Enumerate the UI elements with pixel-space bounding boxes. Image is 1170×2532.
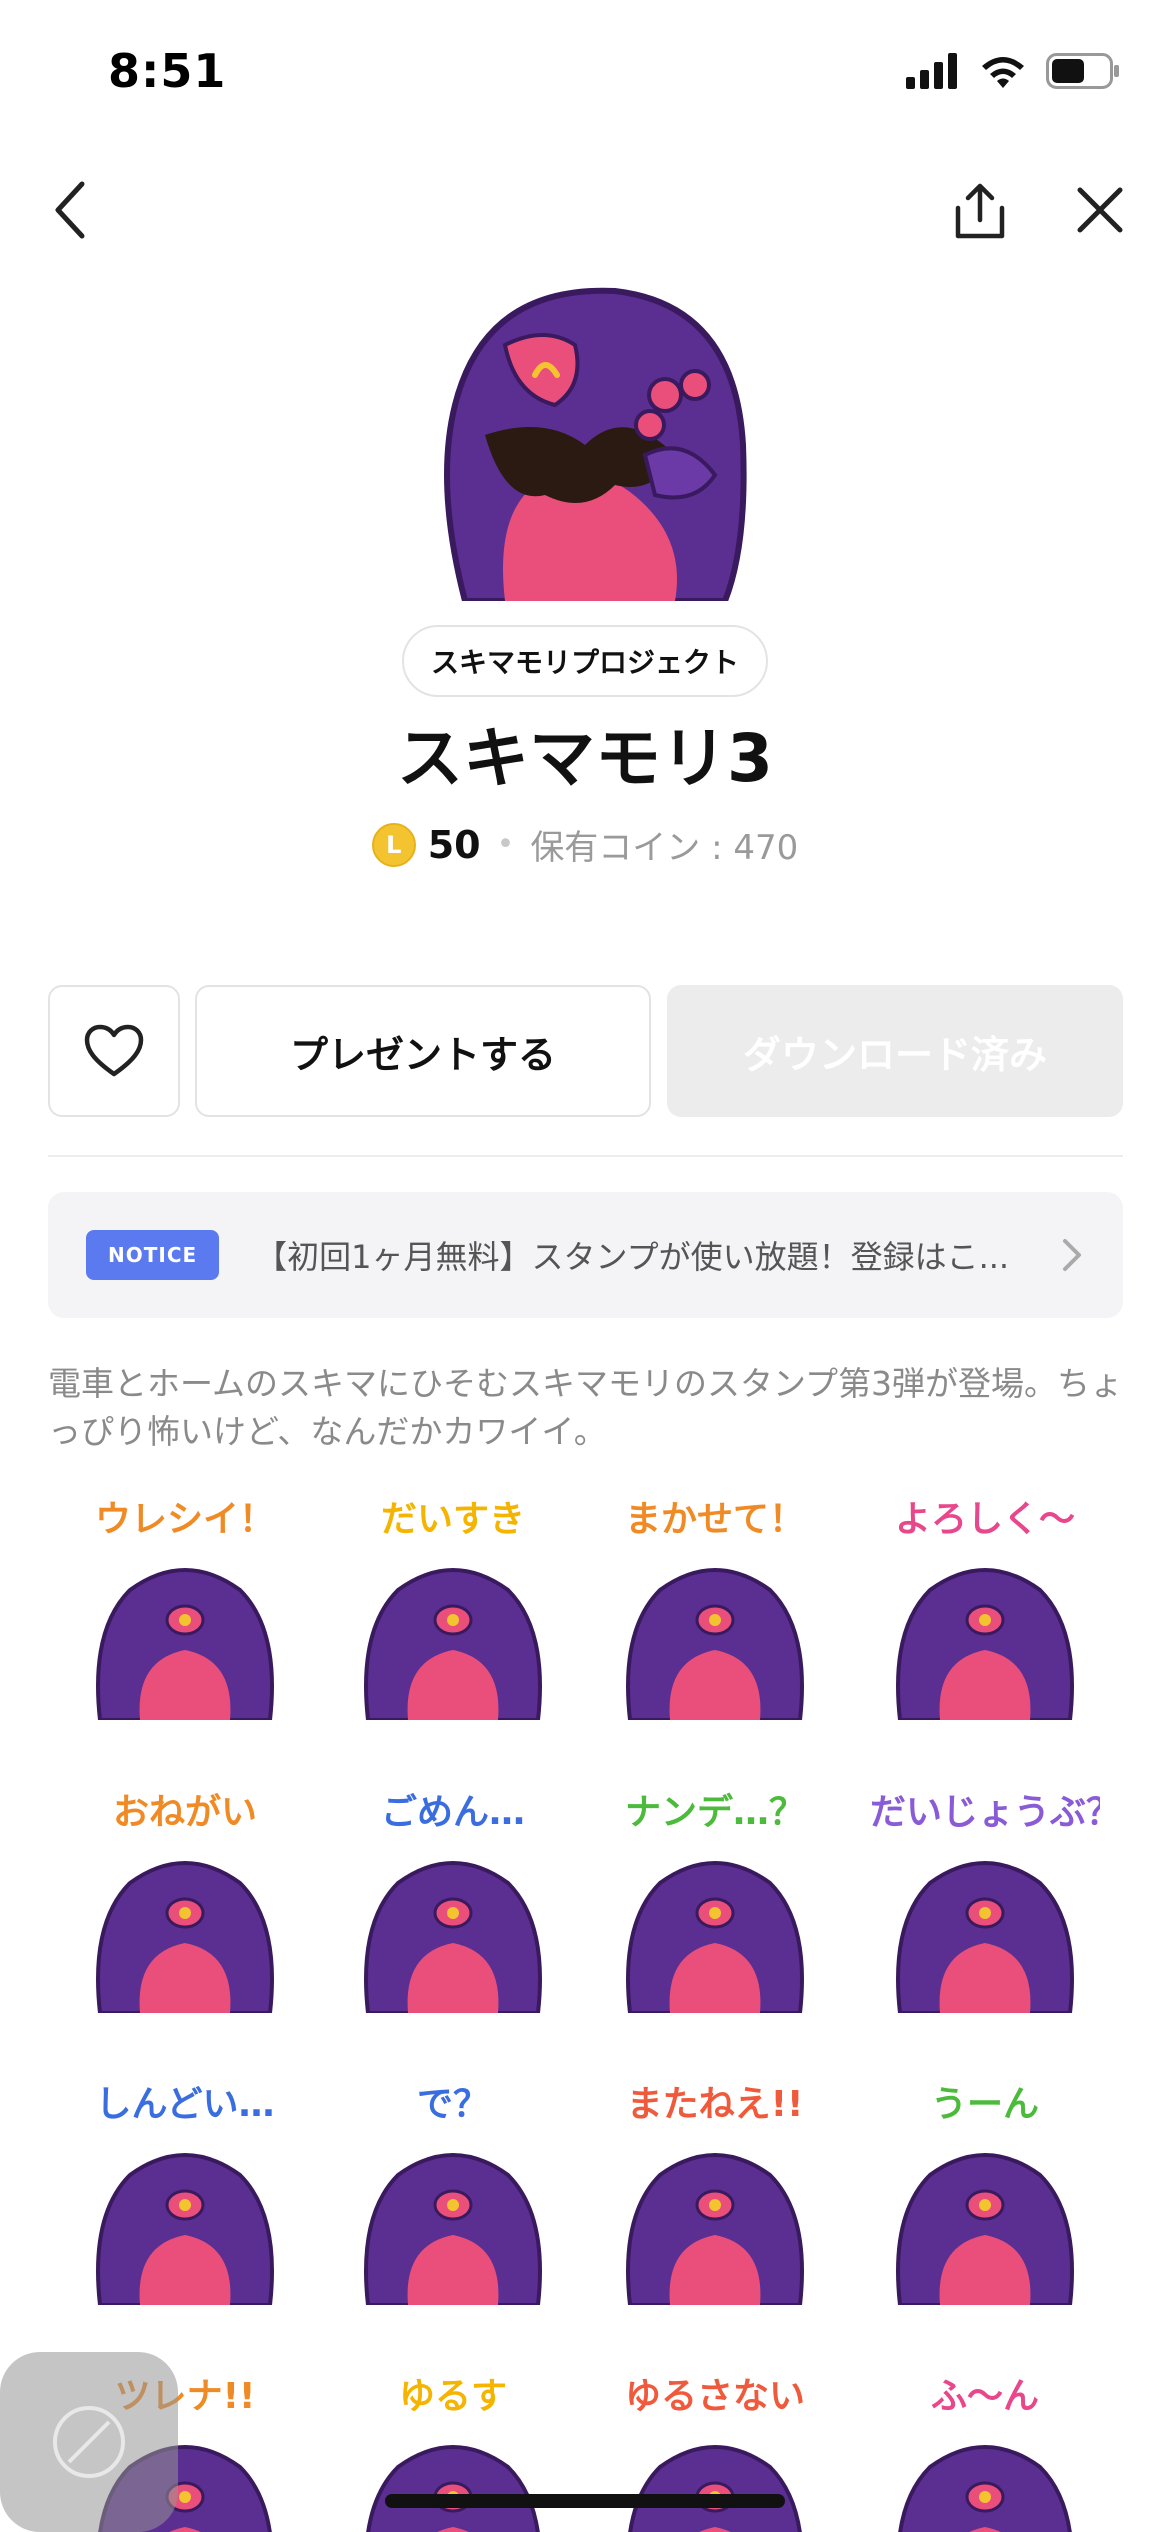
- back-button[interactable]: [30, 170, 110, 250]
- line-coin-icon: L: [371, 822, 416, 867]
- sticker-caption: ふ〜ん: [930, 2376, 1039, 2417]
- battery-icon: [1046, 53, 1119, 89]
- sticker-item[interactable]: ウレシイ！: [70, 1490, 300, 1720]
- sticker-item[interactable]: まかせて！: [600, 1490, 830, 1720]
- notice-text: 【初回1ヶ月無料】スタンプが使い放題！登録はこ...: [255, 1238, 1010, 1276]
- status-icons: [906, 52, 1120, 90]
- share-icon: [955, 183, 1005, 239]
- divider: [48, 1155, 1123, 1157]
- share-button[interactable]: [940, 170, 1020, 250]
- floating-action-button[interactable]: [0, 2352, 178, 2532]
- sticker-caption: おねがい: [112, 1792, 257, 1833]
- sticker-caption: よろしく〜: [894, 1499, 1075, 1540]
- notice-badge: NOTICE: [86, 1230, 220, 1280]
- sticker-item[interactable]: しんどい…: [70, 2075, 300, 2305]
- price-row: L 50 • 保有コイン : 470: [0, 820, 1170, 869]
- sticker-item[interactable]: うーん: [870, 2075, 1100, 2305]
- sticker-caption: だいじょうぶ？: [870, 1792, 1100, 1833]
- sticker-caption: だいすき: [380, 1499, 525, 1540]
- heart-icon: [84, 1024, 144, 1077]
- sticker-caption: またねえ!!: [626, 2084, 804, 2125]
- status-bar: 8:51: [0, 0, 1170, 150]
- present-button[interactable]: プレゼントする: [195, 985, 651, 1117]
- sticker-item[interactable]: だいじょうぶ？: [870, 1783, 1100, 2013]
- price-value: 50: [427, 822, 481, 867]
- sticker-item[interactable]: またねえ!!: [600, 2075, 830, 2305]
- sticker-caption: しんどい…: [95, 2084, 275, 2125]
- home-indicator: [385, 2494, 785, 2508]
- sticker-caption: で？: [416, 2084, 489, 2125]
- separator-dot: •: [496, 827, 515, 862]
- download-button[interactable]: ダウンロード済み: [667, 985, 1123, 1117]
- nav-bar: [0, 160, 1170, 260]
- sticker-caption: ナンデ…？: [624, 1792, 805, 1833]
- owned-coins: 保有コイン : 470: [530, 828, 799, 868]
- pack-title: スキマモリ3: [397, 720, 773, 797]
- sticker-item[interactable]: で？: [338, 2075, 568, 2305]
- sticker-item[interactable]: ふ〜ん: [870, 2367, 1100, 2532]
- pack-description: 電車とホームのスキマにひそむスキマモリのスタンプ第3弾が登場。ちょっぴり怖いけど…: [48, 1364, 1124, 1451]
- main-sticker-image: [425, 285, 755, 601]
- close-icon: [1077, 187, 1123, 233]
- sticker-caption: ゆるさない: [624, 2376, 805, 2417]
- sticker-item[interactable]: ナンデ…？: [600, 1783, 830, 2013]
- author-pill[interactable]: スキマモリプロジェクト: [402, 625, 768, 697]
- cellular-signal-icon: [906, 53, 957, 89]
- status-time: 8:51: [108, 44, 227, 98]
- chevron-right-icon: [1063, 1239, 1081, 1271]
- sticker-caption: うーん: [930, 2084, 1039, 2125]
- sticker-caption: ゆるす: [398, 2376, 507, 2417]
- like-button[interactable]: [48, 985, 180, 1117]
- sticker-caption: まかせて！: [624, 1499, 805, 1540]
- sticker-item[interactable]: ごめん…: [338, 1783, 568, 2013]
- sticker-preview-icon: [53, 2406, 125, 2478]
- sticker-item[interactable]: よろしく〜: [870, 1490, 1100, 1720]
- wifi-icon: [982, 57, 1024, 88]
- sticker-caption: ごめん…: [380, 1792, 525, 1833]
- notice-banner[interactable]: NOTICE 【初回1ヶ月無料】スタンプが使い放題！登録はこ...: [48, 1192, 1123, 1318]
- sticker-caption: ウレシイ！: [94, 1499, 275, 1540]
- close-button[interactable]: [1060, 170, 1140, 250]
- chevron-left-icon: [55, 181, 85, 239]
- sticker-item[interactable]: おねがい: [70, 1783, 300, 2013]
- sticker-item[interactable]: だいすき: [338, 1490, 568, 1720]
